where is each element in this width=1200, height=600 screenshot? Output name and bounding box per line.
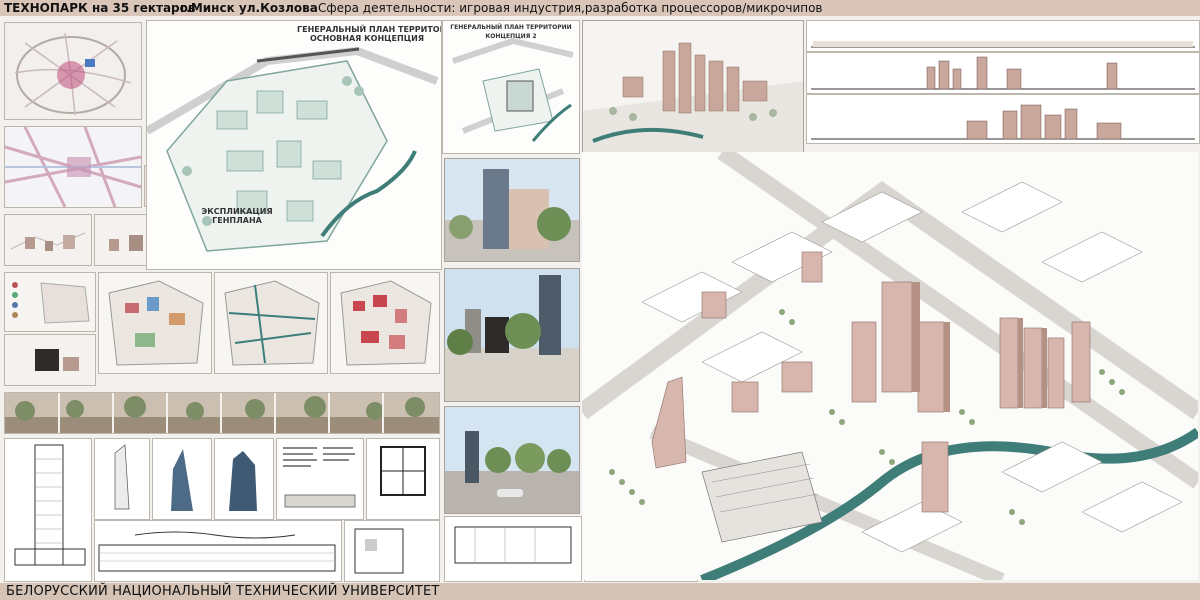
explication-title: ЭКСПЛИКАЦИЯ ГЕНПЛАНА [201,207,273,225]
facade-tower-3 [214,438,274,520]
master-plan: ГЕНЕРАЛЬНЫЙ ПЛАН ТЕРРИТОРИИ ОСНОВНАЯ КОН… [146,20,442,270]
render-plaza [444,268,580,402]
scheme-buildup [330,272,440,374]
facade-tower-1 [94,438,150,520]
university-name: БЕЛОРУССКИЙ НАЦИОНАЛЬНЫЙ ТЕХНИЧЕСКИЙ УНИ… [6,584,440,599]
facade-tower-2 [152,438,212,520]
scheme-transport [214,272,328,374]
city-map [4,22,142,120]
scheme-functional [98,272,212,374]
floor-plan-level1 [344,520,440,582]
axon-thumb-1 [4,214,92,266]
axon-thumb-3 [4,334,96,386]
aerial-render-top [582,20,804,154]
building-explication [276,438,364,520]
legend-zoning [4,272,96,332]
section-tall-tower [4,438,92,582]
street-elevation-2 [806,52,1200,94]
header-band: ТЕХНОПАРК на 35 гектаров г.Минск ул.Козл… [0,0,1200,16]
street-elevation-3 [806,94,1200,144]
concept-2-title: ГЕНЕРАЛЬНЫЙ ПЛАН ТЕРРИТОРИИ КОНЦЕПЦИЯ 2 [450,24,572,40]
title-left: ТЕХНОПАРК на 35 гектаров [4,1,196,15]
master-plan-title: ГЕНЕРАЛЬНЫЙ ПЛАН ТЕРРИТОРИИ ОСНОВНАЯ КОН… [297,25,441,43]
floor-plan-level2 [444,516,582,582]
district-map [4,126,142,208]
master-plan-concept-2: ГЕНЕРАЛЬНЫЙ ПЛАН ТЕРРИТОРИИ КОНЦЕПЦИЯ 2 [442,20,580,154]
render-office-tower [444,158,580,262]
street-elevation-1 [806,20,1200,52]
axonometric-main [582,152,1198,580]
render-street [444,406,580,514]
title-activity: Сфера деятельности: игровая индустрия,ра… [318,1,823,15]
floor-plan-small [366,438,440,520]
section-long [94,520,342,582]
title-location: г.Минск ул.Козлова [180,1,318,15]
footer-band: БЕЛОРУССКИЙ НАЦИОНАЛЬНЫЙ ТЕХНИЧЕСКИЙ УНИ… [0,583,1200,600]
site-photos-strip [4,392,440,434]
